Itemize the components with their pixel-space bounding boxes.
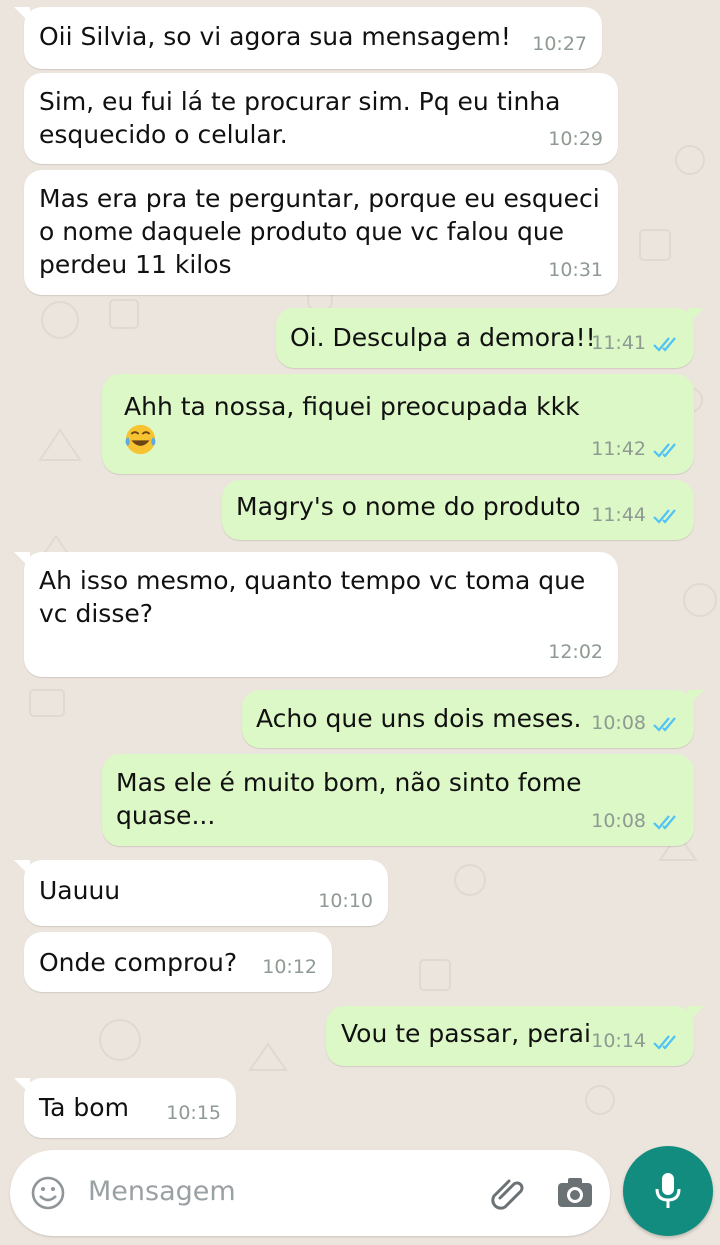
time-label: 11:41 (591, 332, 646, 354)
double-check-icon (653, 1034, 676, 1050)
time-label: 10:08 (591, 810, 646, 832)
message-text: Vou te passar, perai (341, 1019, 591, 1048)
message-time: 10:08 (591, 707, 682, 740)
message-time: 11:41 (591, 327, 682, 360)
smiley-icon[interactable] (30, 1175, 66, 1211)
message-text: Oii Silvia, so vi agora sua mensagem! (39, 22, 511, 51)
camera-icon[interactable] (556, 1176, 594, 1210)
time-label: 10:10 (318, 890, 373, 912)
message-text: Magry's o nome do produto (236, 492, 581, 521)
message-time: 10:08 (591, 805, 682, 838)
time-label: 10:27 (532, 33, 587, 55)
double-check-icon (653, 442, 676, 458)
message-time: 11:42 (591, 433, 682, 466)
time-label: 10:12 (262, 956, 317, 978)
message-incoming[interactable]: Oii Silvia, so vi agora sua mensagem! 10… (14, 7, 602, 69)
message-text: Onde comprou? (39, 948, 238, 977)
message-text: Ta bom (39, 1093, 129, 1122)
message-text-content: Uauuu (39, 876, 121, 905)
message-text: Sim, eu fui lá te procurar sim. Pq eu ti… (39, 87, 561, 149)
double-check-icon (653, 508, 676, 524)
message-composer[interactable]: Mensagem (10, 1150, 610, 1236)
message-incoming[interactable]: Sim, eu fui lá te procurar sim. Pq eu ti… (24, 73, 618, 164)
time-label: 10:29 (548, 128, 603, 150)
message-time: 10:10 (318, 885, 373, 918)
microphone-button[interactable] (623, 1146, 713, 1236)
microphone-icon (655, 1173, 681, 1208)
message-time: 10:15 (166, 1097, 221, 1130)
message-text: Acho que uns dois meses. (256, 704, 582, 733)
time-label: 10:08 (591, 712, 646, 734)
time-label: 10:15 (166, 1102, 221, 1124)
message-text-content: Ahh ta nossa, fiquei preocupada kkk (124, 392, 580, 421)
message-incoming[interactable]: Mas era pra te perguntar, porque eu esqu… (24, 170, 618, 295)
time-label: 10:14 (591, 1030, 646, 1052)
message-time: 10:14 (591, 1025, 682, 1058)
message-text: Ah isso mesmo, quanto tempo vc toma que … (39, 566, 586, 628)
message-list[interactable]: Oii Silvia, so vi agora sua mensagem! 10… (0, 0, 720, 1150)
message-time: 10:12 (262, 951, 317, 984)
message-time: 12:02 (548, 636, 603, 669)
message-text: Oi. Desculpa a demora!! (290, 323, 596, 352)
message-text: Mas era pra te perguntar, porque eu esqu… (39, 184, 600, 279)
message-outgoing[interactable]: Oi. Desculpa a demora!! 11:41 (276, 308, 704, 368)
message-outgoing[interactable]: Vou te passar, perai 10:14 (326, 1006, 704, 1066)
time-label: 12:02 (548, 641, 603, 663)
message-incoming[interactable]: Ah isso mesmo, quanto tempo vc toma que … (14, 552, 618, 677)
message-time: 10:27 (532, 28, 587, 61)
message-time: 10:29 (548, 123, 603, 156)
message-outgoing[interactable]: Ahh ta nossa, fiquei preocupada kkk 11:4… (102, 374, 694, 474)
laughing-tears-emoji-icon (125, 424, 156, 455)
message-incoming[interactable]: Onde comprou? 10:12 (24, 932, 332, 992)
paperclip-icon[interactable] (488, 1174, 528, 1214)
time-label: 10:31 (548, 259, 603, 281)
message-text: Ahh ta nossa, fiquei preocupada kkk (124, 390, 580, 458)
double-check-icon (653, 336, 676, 352)
message-incoming[interactable]: Uauuu 10:10 (14, 860, 388, 973)
time-label: 11:44 (591, 504, 646, 526)
message-time: 10:31 (548, 254, 603, 287)
double-check-icon (653, 814, 676, 830)
message-time: 11:44 (591, 499, 682, 532)
message-input[interactable]: Mensagem (88, 1176, 236, 1207)
message-outgoing[interactable]: Magry's o nome do produto 11:44 (222, 480, 694, 540)
message-text: Mas ele é muito bom, não sinto fome quas… (116, 768, 582, 830)
message-incoming[interactable]: Ta bom 10:15 (14, 1078, 236, 1138)
double-check-icon (653, 716, 676, 732)
message-outgoing[interactable]: Acho que uns dois meses. 10:08 (242, 690, 704, 748)
message-outgoing[interactable]: Mas ele é muito bom, não sinto fome quas… (102, 754, 694, 846)
time-label: 11:42 (591, 438, 646, 460)
